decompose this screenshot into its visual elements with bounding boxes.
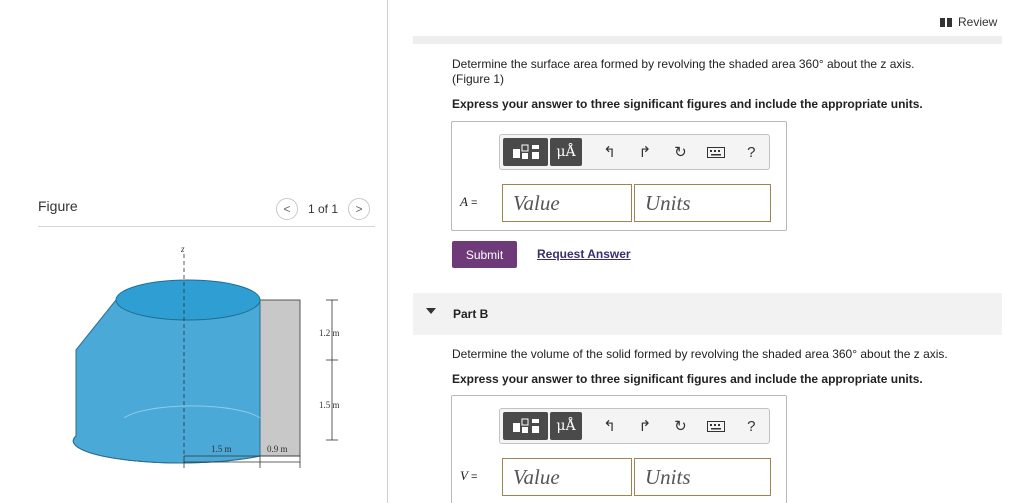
- math-toolbar-b: μÅ ↰ ↱ ↻ ?: [499, 408, 770, 444]
- caret-down-icon: [426, 308, 436, 314]
- redo-icon: ↱: [638, 418, 652, 435]
- part-a-instruction: Express your answer to three significant…: [452, 97, 923, 111]
- reset-icon: ↻: [674, 418, 687, 435]
- request-answer-link[interactable]: Request Answer: [537, 247, 631, 261]
- keyboard-button[interactable]: [698, 138, 733, 166]
- keyboard-button-b[interactable]: [698, 412, 733, 440]
- revolved-solid-diagram: z 1.2 m 1.5 m 1.5 m 0.9 m: [72, 244, 340, 468]
- units-input-v[interactable]: Units: [634, 458, 771, 496]
- units-button[interactable]: μÅ: [550, 138, 582, 166]
- figure-reference-link[interactable]: (Figure 1): [452, 72, 504, 86]
- shaded-area: [259, 299, 301, 457]
- templates-icon: [512, 418, 539, 433]
- part-b-instruction: Express your answer to three significant…: [452, 372, 923, 386]
- review-label: Review: [958, 15, 998, 29]
- next-figure-button[interactable]: >: [348, 198, 371, 220]
- variable-v: V: [460, 468, 468, 483]
- undo-icon: ↰: [603, 418, 616, 435]
- dim-label-offset: 0.9 m: [267, 444, 288, 454]
- top-ellipse: [115, 279, 261, 321]
- undo-button[interactable]: ↰: [592, 138, 627, 166]
- prev-figure-button[interactable]: <: [276, 198, 298, 220]
- review-link[interactable]: Review: [940, 15, 997, 29]
- figure-pager: < 1 of 1 >: [276, 198, 371, 220]
- keyboard-icon: [706, 420, 725, 432]
- equals-sign: =: [470, 471, 478, 483]
- variable-label-v: V =: [460, 468, 477, 484]
- figure-counter: 1 of 1: [308, 202, 339, 216]
- dim-label-lower: 1.5 m: [319, 400, 340, 410]
- chevron-left-icon: <: [283, 202, 291, 216]
- part-b-answer-box: μÅ ↰ ↱ ↻ ? V = Value Units: [451, 395, 787, 503]
- part-a-header-bar: [413, 36, 1002, 44]
- chevron-right-icon: >: [355, 202, 363, 216]
- part-b-title: Part B: [453, 307, 489, 321]
- figure-panel: Figure < 1 of 1 > z 1.2 m 1.5 m 1.5 m 0.…: [0, 0, 388, 503]
- variable-label-a: A =: [460, 194, 477, 210]
- part-b-header[interactable]: Part B: [413, 293, 1002, 335]
- undo-icon: ↰: [603, 144, 616, 161]
- reset-button[interactable]: ↻: [663, 138, 698, 166]
- redo-button-b[interactable]: ↱: [627, 412, 662, 440]
- redo-button[interactable]: ↱: [627, 138, 662, 166]
- equals-sign: =: [470, 197, 478, 209]
- keyboard-icon: [706, 146, 725, 158]
- units-button-b[interactable]: μÅ: [550, 412, 582, 440]
- part-a-answer-box: μÅ ↰ ↱ ↻ ? A = Value Units: [451, 121, 787, 231]
- templates-icon: [512, 144, 539, 159]
- reset-icon: ↻: [674, 144, 687, 161]
- templates-button[interactable]: [503, 138, 549, 166]
- math-toolbar: μÅ ↰ ↱ ↻ ?: [499, 134, 770, 170]
- help-icon: ?: [747, 417, 756, 435]
- cone-section: [72, 299, 261, 464]
- value-input-a[interactable]: Value: [502, 184, 632, 222]
- figure-heading: Figure: [38, 198, 78, 214]
- z-axis-label: z: [180, 244, 185, 254]
- dim-label-upper: 1.2 m: [319, 328, 340, 338]
- redo-icon: ↱: [638, 144, 652, 161]
- dim-label-base: 1.5 m: [211, 444, 232, 454]
- help-button[interactable]: ?: [734, 138, 769, 166]
- help-button-b[interactable]: ?: [734, 412, 769, 440]
- help-icon: ?: [747, 143, 756, 161]
- part-b-question: Determine the volume of the solid formed…: [452, 347, 948, 361]
- figure-divider: [38, 226, 375, 227]
- reset-button-b[interactable]: ↻: [663, 412, 698, 440]
- part-a-question: Determine the surface area formed by rev…: [452, 57, 915, 71]
- templates-button-b[interactable]: [503, 412, 549, 440]
- book-icon: [940, 17, 952, 27]
- value-input-v[interactable]: Value: [502, 458, 632, 496]
- units-icon: μÅ: [556, 418, 576, 434]
- variable-a: A: [460, 194, 468, 209]
- units-icon: μÅ: [556, 144, 576, 160]
- submit-button[interactable]: Submit: [452, 241, 517, 268]
- units-input-a[interactable]: Units: [634, 184, 771, 222]
- undo-button-b[interactable]: ↰: [592, 412, 627, 440]
